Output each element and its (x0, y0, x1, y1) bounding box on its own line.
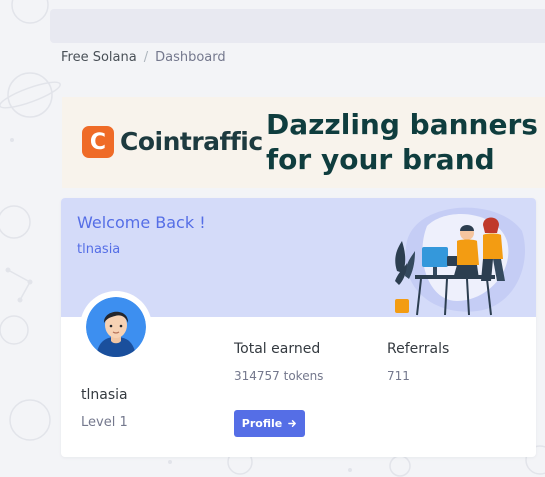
ad-tagline: Dazzling banners for your brand (266, 107, 545, 177)
welcome-card: Welcome Back ! tlnasia tlnasia Level 1 T… (61, 198, 536, 457)
referrals-label: Referrals (387, 341, 450, 357)
top-bar (50, 9, 545, 43)
office-illustration (395, 207, 525, 316)
breadcrumb-root[interactable]: Free Solana (61, 50, 137, 65)
ad-tagline-line1: Dazzling banners (266, 108, 538, 141)
ad-brand-name: Cointraffic (120, 127, 263, 156)
total-earned-value: 314757 tokens (234, 369, 324, 383)
username: tlnasia (81, 387, 128, 403)
user-level: Level 1 (81, 415, 128, 430)
breadcrumb-current: Dashboard (155, 50, 226, 65)
ad-tagline-line2: for your brand (266, 143, 495, 176)
cointraffic-logo-icon: C (82, 126, 114, 158)
breadcrumb-separator: / (143, 50, 149, 65)
total-earned-label: Total earned (234, 341, 321, 357)
welcome-title: Welcome Back ! (77, 213, 206, 232)
ad-banner[interactable]: C Cointraffic Dazzling banners for your … (62, 97, 545, 188)
arrow-right-icon (288, 420, 297, 427)
referrals-value: 711 (387, 369, 410, 383)
profile-button-label: Profile (241, 417, 283, 430)
user-avatar-icon (86, 297, 146, 357)
profile-button[interactable]: Profile (234, 410, 305, 437)
avatar[interactable] (80, 291, 152, 363)
breadcrumb: Free Solana / Dashboard (61, 50, 226, 65)
welcome-subtitle: tlnasia (77, 242, 121, 257)
